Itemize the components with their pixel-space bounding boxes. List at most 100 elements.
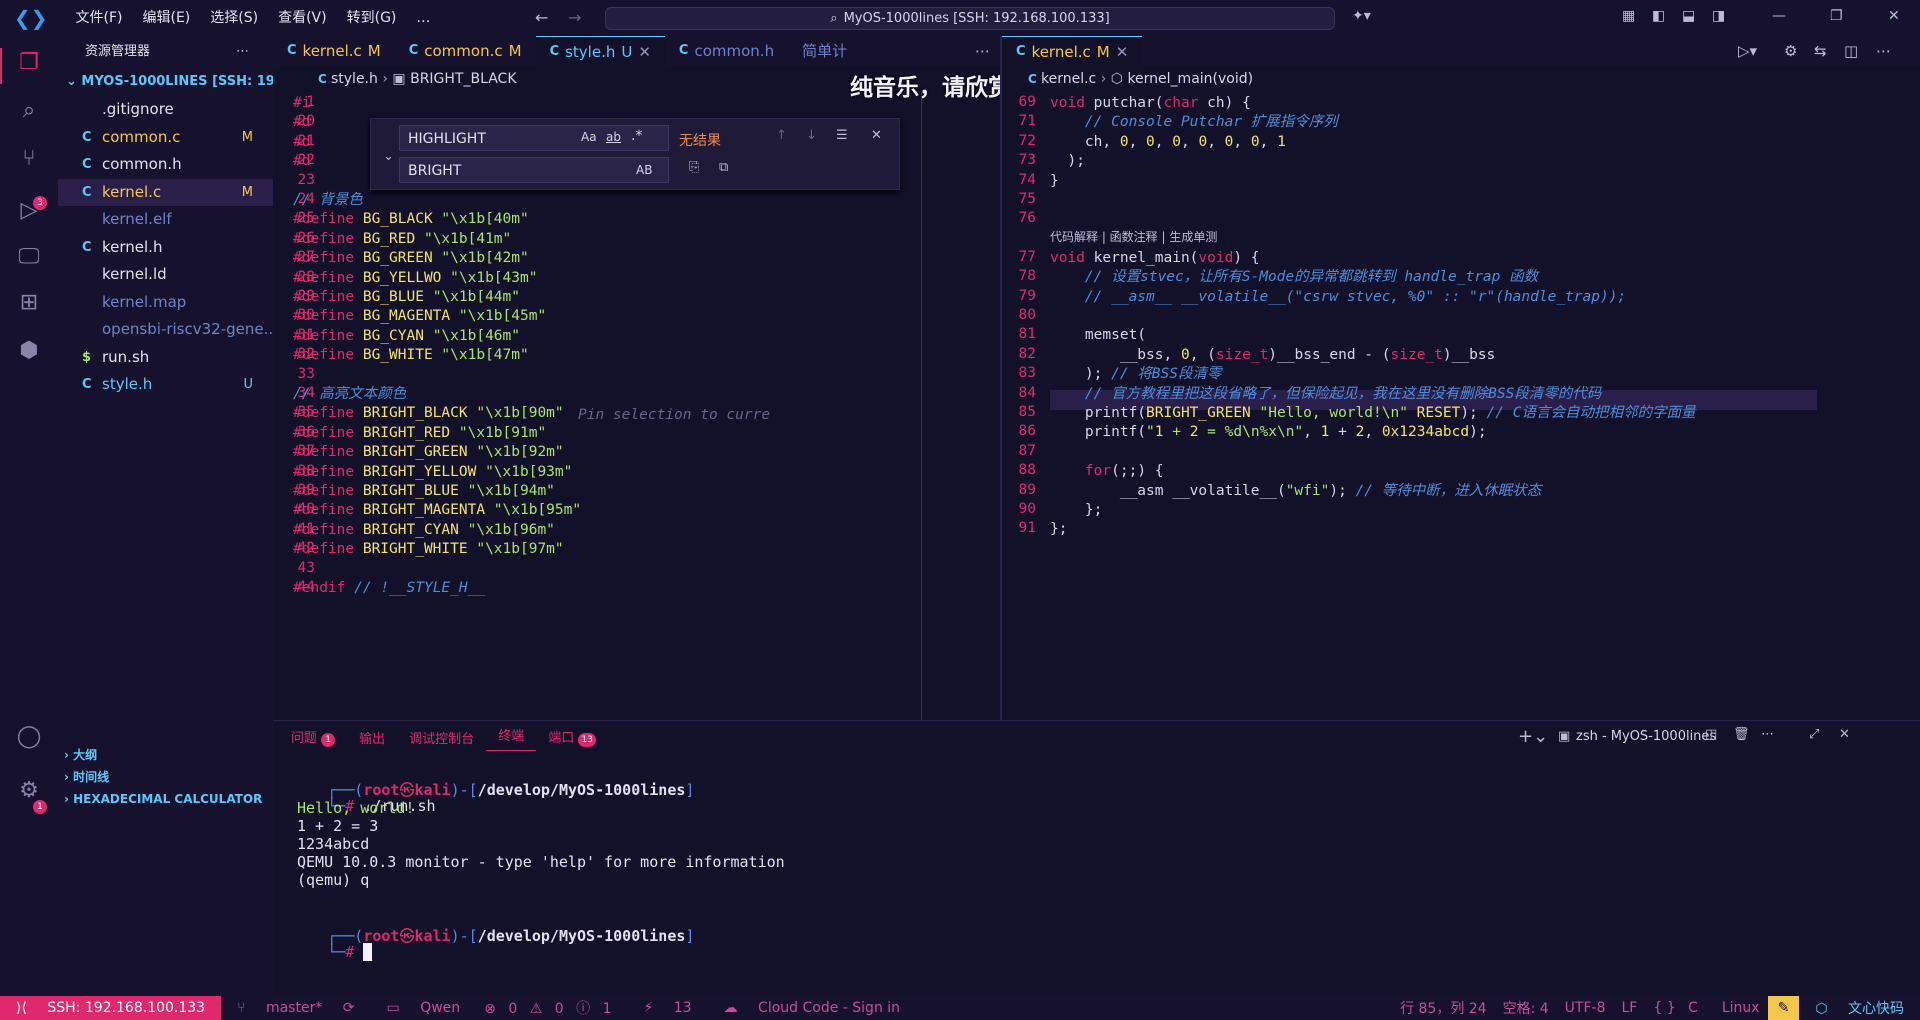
menu-selection[interactable]: 选择(S) [200,0,268,36]
match-word-icon[interactable]: ab [606,130,621,144]
remote-indicator[interactable]: ⟩⟨ SSH: 192.168.100.133 [0,996,222,1020]
outline-section[interactable]: › 大纲 [58,744,273,766]
find-in-selection-icon[interactable]: ☰ [836,128,848,143]
run-icon[interactable]: ▷▾ [1738,42,1757,60]
tab-problems[interactable]: 问题 1 [279,727,347,747]
maximize-icon[interactable]: ❐ [1830,8,1843,24]
menu-more[interactable]: … [406,0,440,36]
replace-input[interactable]: BRIGHT [399,157,669,183]
terminal-input[interactable]: └─# _ [273,925,373,979]
tab-output[interactable]: 输出 [347,728,397,747]
next-match-icon[interactable]: ↓ [806,128,817,143]
close-tab-icon[interactable]: ✕ [638,37,651,67]
layout-icon[interactable]: ▦ [1622,8,1635,24]
more-actions-icon[interactable]: ⋯ [1876,42,1891,60]
terminal-name[interactable]: zsh - MyOS-1000lines [1576,729,1716,744]
codelens-actions[interactable]: 代码解释 | 函数注释 | 生成单测 [1050,228,1217,245]
wenxin-indicator[interactable]: ⬡ 文心快码 [1799,998,1920,1018]
source-control-icon[interactable]: ⑂ [14,144,44,174]
notification-icon[interactable]: ✎ [1767,996,1800,1020]
menu-edit[interactable]: 编辑(E) [133,0,201,36]
settings-gear-icon[interactable]: ⚙ [1784,42,1797,60]
timeline-section[interactable]: › 时间线 [58,766,273,788]
tab-common-c[interactable]: Ccommon.c M [395,36,536,66]
hex-calculator-section[interactable]: › HEXADECIMAL CALCULATOR [58,788,273,810]
previous-match-icon[interactable]: ↑ [776,128,787,143]
cloud-code-indicator[interactable]: ☁ Cloud Code - Sign in [708,1000,916,1016]
breadcrumb-symbol[interactable]: kernel_main(void) [1127,71,1253,87]
tab-simple-calc[interactable]: 简单计 [788,36,861,66]
file-item[interactable]: $ run.sh [58,344,273,372]
tab-common-h[interactable]: Ccommon.h [665,36,788,66]
compare-icon[interactable]: ⇆ [1814,42,1827,60]
tab-kernel-c[interactable]: Ckernel.c M [273,36,395,66]
tab-terminal[interactable]: 终端 [486,724,537,751]
language-mode[interactable]: { } C [1645,1000,1714,1016]
replace-icon[interactable]: ⎘ [689,160,699,175]
minimize-icon[interactable]: — [1772,8,1786,24]
breadcrumb-file[interactable]: kernel.c [1041,71,1096,87]
menu-go[interactable]: 转到(G) [337,0,407,36]
find-input[interactable]: HIGHLIGHT [399,125,669,151]
kill-terminal-icon[interactable]: 🗑 [1733,727,1750,742]
branch-indicator[interactable]: ⑂ master* ⟳ [221,1000,370,1016]
account-icon[interactable]: ◯ [14,722,44,752]
file-item[interactable]: kernel.ld [58,261,273,289]
close-tab-icon[interactable]: ✕ [1116,37,1129,67]
split-editor-icon[interactable]: ◫ [1844,42,1858,60]
explorer-icon[interactable]: ❐ [14,48,44,78]
split-terminal-icon[interactable]: ◫ [1705,727,1717,742]
qwen-indicator[interactable]: ▭ Qwen [371,1000,477,1016]
indentation[interactable]: 空格: 4 [1495,998,1557,1018]
cursor-position[interactable]: 行 85，列 24 [1392,998,1495,1018]
new-terminal-icon[interactable]: +⌄ [1518,726,1548,747]
close-panel-icon[interactable]: ✕ [1839,727,1850,742]
run-debug-icon[interactable]: ▷ [14,196,44,226]
tab-debug-console[interactable]: 调试控制台 [397,728,486,747]
more-actions-icon[interactable]: ⋯ [236,36,249,68]
file-item[interactable]: Ccommon.h [58,151,273,179]
file-item[interactable]: Ccommon.c M [58,124,273,152]
file-item[interactable]: .gitignore [58,96,273,124]
code-area-right[interactable]: 69 void putchar(char ch) {71 // Console P… [1002,92,1817,720]
tab-ports[interactable]: 端口 13 [536,727,608,747]
encoding[interactable]: UTF-8 [1557,1000,1614,1016]
preserve-case-icon[interactable]: AB [636,163,652,177]
panel-more-icon[interactable]: ⋯ [1761,727,1774,742]
problems-indicator[interactable]: ⊗ 0 ⚠ 0 ⓘ 1 [476,998,627,1018]
file-item[interactable]: Ckernel.h [58,234,273,262]
file-item[interactable]: opensbi-riscv32-gene... [58,316,273,344]
close-window-icon[interactable]: ✕ [1888,8,1900,24]
copilot-icon[interactable]: ✦▾ [1352,8,1371,24]
extensions-icon[interactable]: ⊞ [14,288,44,318]
tab-kernel-c-right[interactable]: Ckernel.c M ✕ [1002,36,1143,67]
replace-all-icon[interactable]: ⧉ [719,160,728,175]
breadcrumb-symbol[interactable]: BRIGHT_BLACK [410,71,516,87]
close-find-icon[interactable]: ✕ [871,128,882,143]
tab-more-actions-icon[interactable]: ⋯ [975,42,990,60]
file-item[interactable]: Ckernel.c M [58,178,273,206]
toggle-replace-icon[interactable]: ⌄ [383,149,394,164]
cloud-code-icon[interactable]: ⬢ [14,336,44,366]
eol[interactable]: LF [1613,1000,1645,1016]
match-case-icon[interactable]: Aa [581,130,597,144]
maximize-panel-icon[interactable]: ⤢ [1809,727,1819,742]
tab-style-h[interactable]: Cstyle.h U ✕ [535,36,665,67]
forward-arrow-icon[interactable]: → [568,8,581,27]
command-center[interactable]: ⌕ MyOS-1000lines [SSH: 192.168.100.133] [605,7,1335,30]
toggle-secondary-sidebar-icon[interactable]: ◨ [1712,8,1725,24]
terminal[interactable]: ┌──(root㉿kali)-[/develop/MyOS-1000lines]… [273,753,1873,997]
ports-indicator[interactable]: ⚡ 13 [627,1000,707,1016]
search-icon[interactable]: ⌕ [14,96,44,126]
workspace-root[interactable]: ⌄ MYOS-1000LINES [SSH: 19... [58,68,290,96]
breadcrumb-file[interactable]: style.h [331,71,378,87]
minimap-right[interactable] [1817,92,1920,720]
toggle-sidebar-icon[interactable]: ◧ [1652,8,1665,24]
regex-icon[interactable]: .* [631,128,642,144]
menu-view[interactable]: 查看(V) [268,0,337,36]
minimap-left[interactable] [921,92,996,720]
back-arrow-icon[interactable]: ← [535,8,548,27]
file-item[interactable]: Cstyle.h U [58,371,273,399]
toggle-panel-icon[interactable]: ⬓ [1682,8,1695,24]
file-item[interactable]: kernel.elf [58,206,273,234]
